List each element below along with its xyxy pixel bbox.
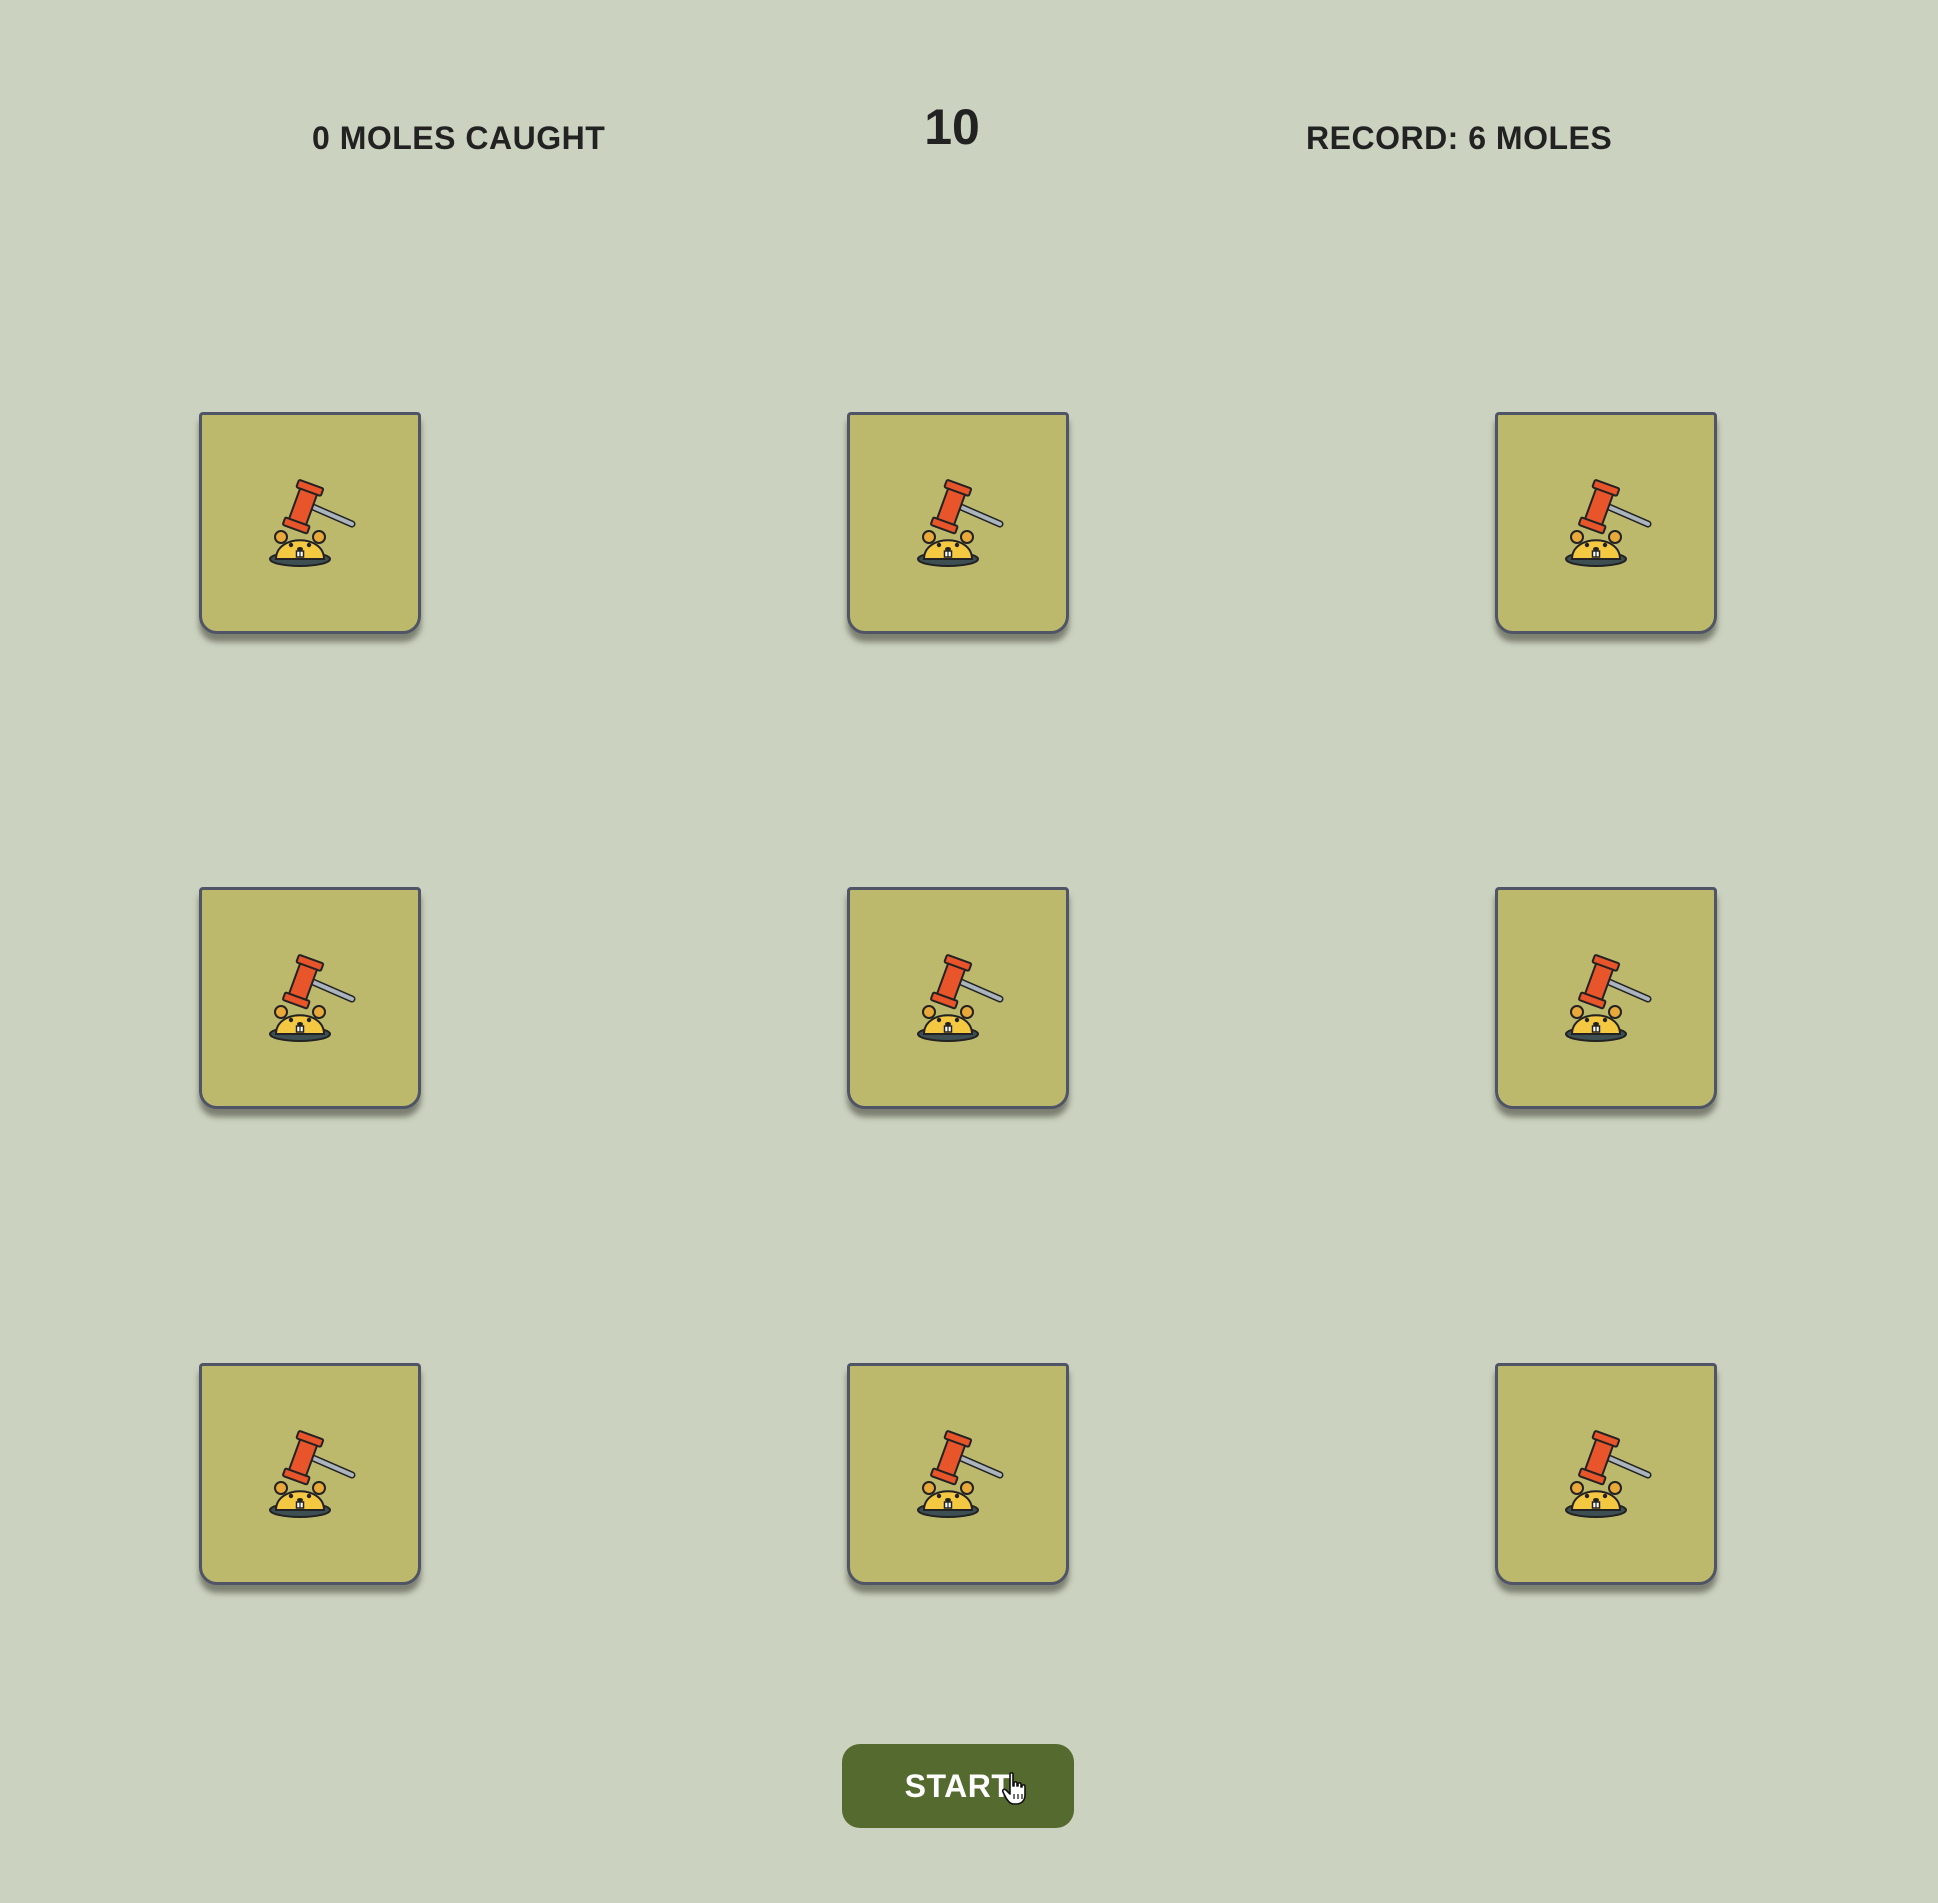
mole-hammer-icon [917,954,1004,1042]
timer-display: 10 [924,99,980,155]
mole-hole-2[interactable] [847,412,1069,634]
score-display: 0 MOLES CAUGHT [312,120,606,156]
mole-hole-3[interactable] [1495,412,1717,634]
mole-hammer-icon [917,479,1004,567]
mole-hole-6[interactable] [1495,887,1717,1109]
mole-hammer-icon [917,1430,1004,1518]
mole-hole-8[interactable] [847,1363,1069,1585]
mole-hammer-icon [1565,954,1652,1042]
record-display: RECORD: 6 MOLES [1306,120,1613,156]
mole-hammer-icon [1565,479,1652,567]
mole-hole-7[interactable] [199,1363,421,1585]
start-button[interactable]: START [842,1744,1074,1828]
mole-hammer-icon [269,1430,356,1518]
mole-hole-5[interactable] [847,887,1069,1109]
mole-hole-1[interactable] [199,412,421,634]
mole-hole-9[interactable] [1495,1363,1717,1585]
mole-hammer-icon [269,479,356,567]
mole-hammer-icon [1565,1430,1652,1518]
mole-hole-4[interactable] [199,887,421,1109]
mole-hammer-icon [269,954,356,1042]
